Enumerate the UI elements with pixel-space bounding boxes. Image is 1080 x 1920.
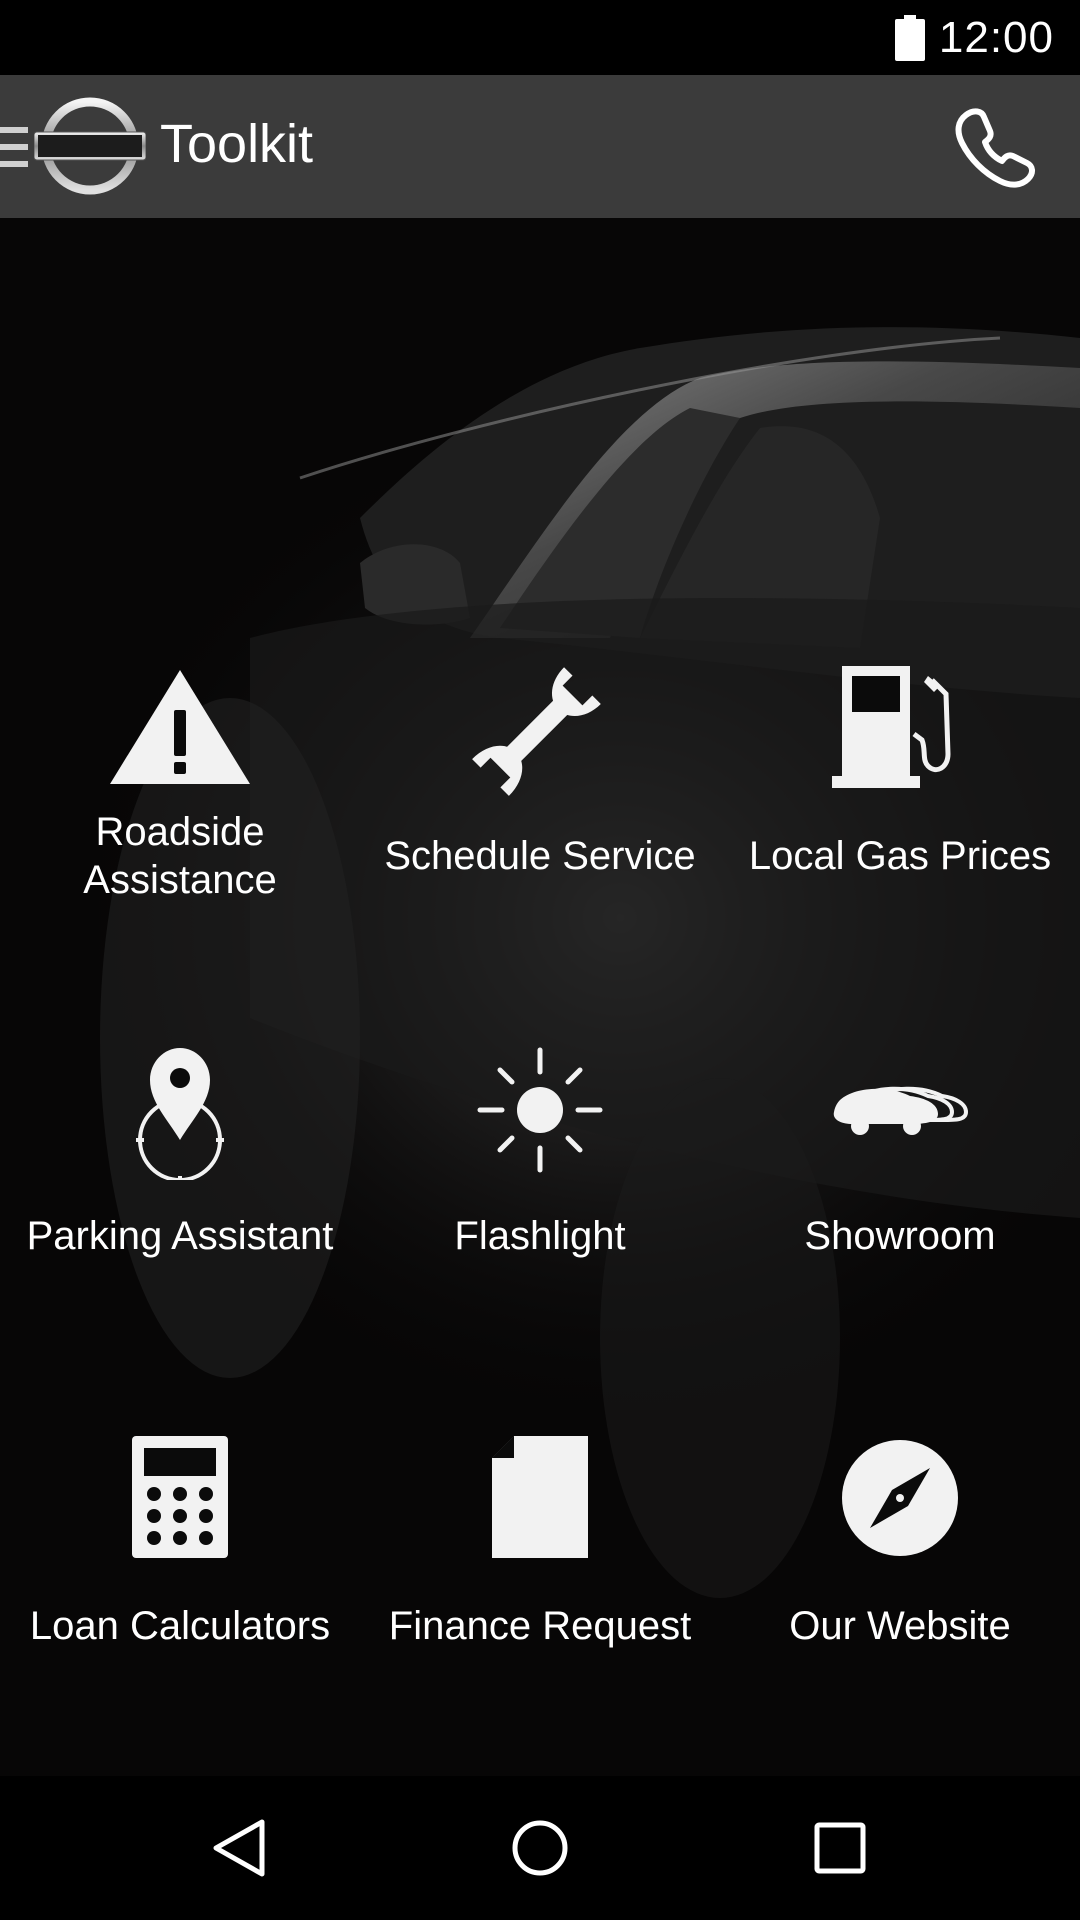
tile-showroom[interactable]: Showroom [720,1040,1080,1424]
tile-our-website[interactable]: Our Website [720,1428,1080,1776]
tile-label: Roadside Assistance [0,808,360,904]
recents-square-icon[interactable] [800,1808,880,1888]
tile-label: Flashlight [454,1214,626,1258]
document-icon [492,1436,588,1558]
tile-parking-assistant[interactable]: Parking Assistant [0,1040,360,1424]
tile-roadside-assistance[interactable]: Roadside Assistance [0,658,360,1042]
tile-label-line: Assistance [83,858,277,902]
tile-label: Parking Assistant [26,1214,334,1258]
system-nav-bar [0,1776,1080,1920]
tile-label: Finance Request [388,1604,692,1648]
home-circle-icon[interactable] [500,1808,580,1888]
compass-icon [842,1440,958,1556]
hamburger-menu-icon[interactable] [0,125,32,169]
status-bar: 12:00 [0,0,1080,75]
tile-flashlight[interactable]: Flashlight [360,1040,720,1424]
app-bar: Toolkit [0,75,1080,218]
location-pin-icon [136,1048,224,1180]
back-triangle-icon[interactable] [200,1808,280,1888]
wrench-icon [472,667,601,796]
status-time: 12:00 [938,12,1054,62]
tile-label: Local Gas Prices [748,834,1052,878]
nissan-logo [34,97,146,195]
tile-label-line: Roadside [95,810,265,854]
phone-icon[interactable] [952,103,1040,191]
calculator-icon [132,1436,228,1558]
tile-loan-calculators[interactable]: Loan Calculators [0,1428,360,1776]
sun-icon [477,1047,603,1173]
tile-local-gas-prices[interactable]: Local Gas Prices [720,658,1080,1042]
cars-icon [833,1086,969,1135]
tile-finance-request[interactable]: Finance Request [360,1428,720,1776]
tile-schedule-service[interactable]: Schedule Service [360,658,720,1042]
tile-label: Loan Calculators [29,1604,331,1648]
gas-pump-icon [832,666,951,788]
tile-label: Showroom [804,1214,996,1258]
warning-triangle-icon [110,670,250,784]
tile-label: Schedule Service [384,834,696,878]
tile-label: Our Website [789,1604,1011,1648]
toolkit-grid: Roadside Assistance Schedule Service Loc… [0,218,1080,1776]
battery-full-icon [894,14,925,61]
app-title: Toolkit [160,114,314,174]
